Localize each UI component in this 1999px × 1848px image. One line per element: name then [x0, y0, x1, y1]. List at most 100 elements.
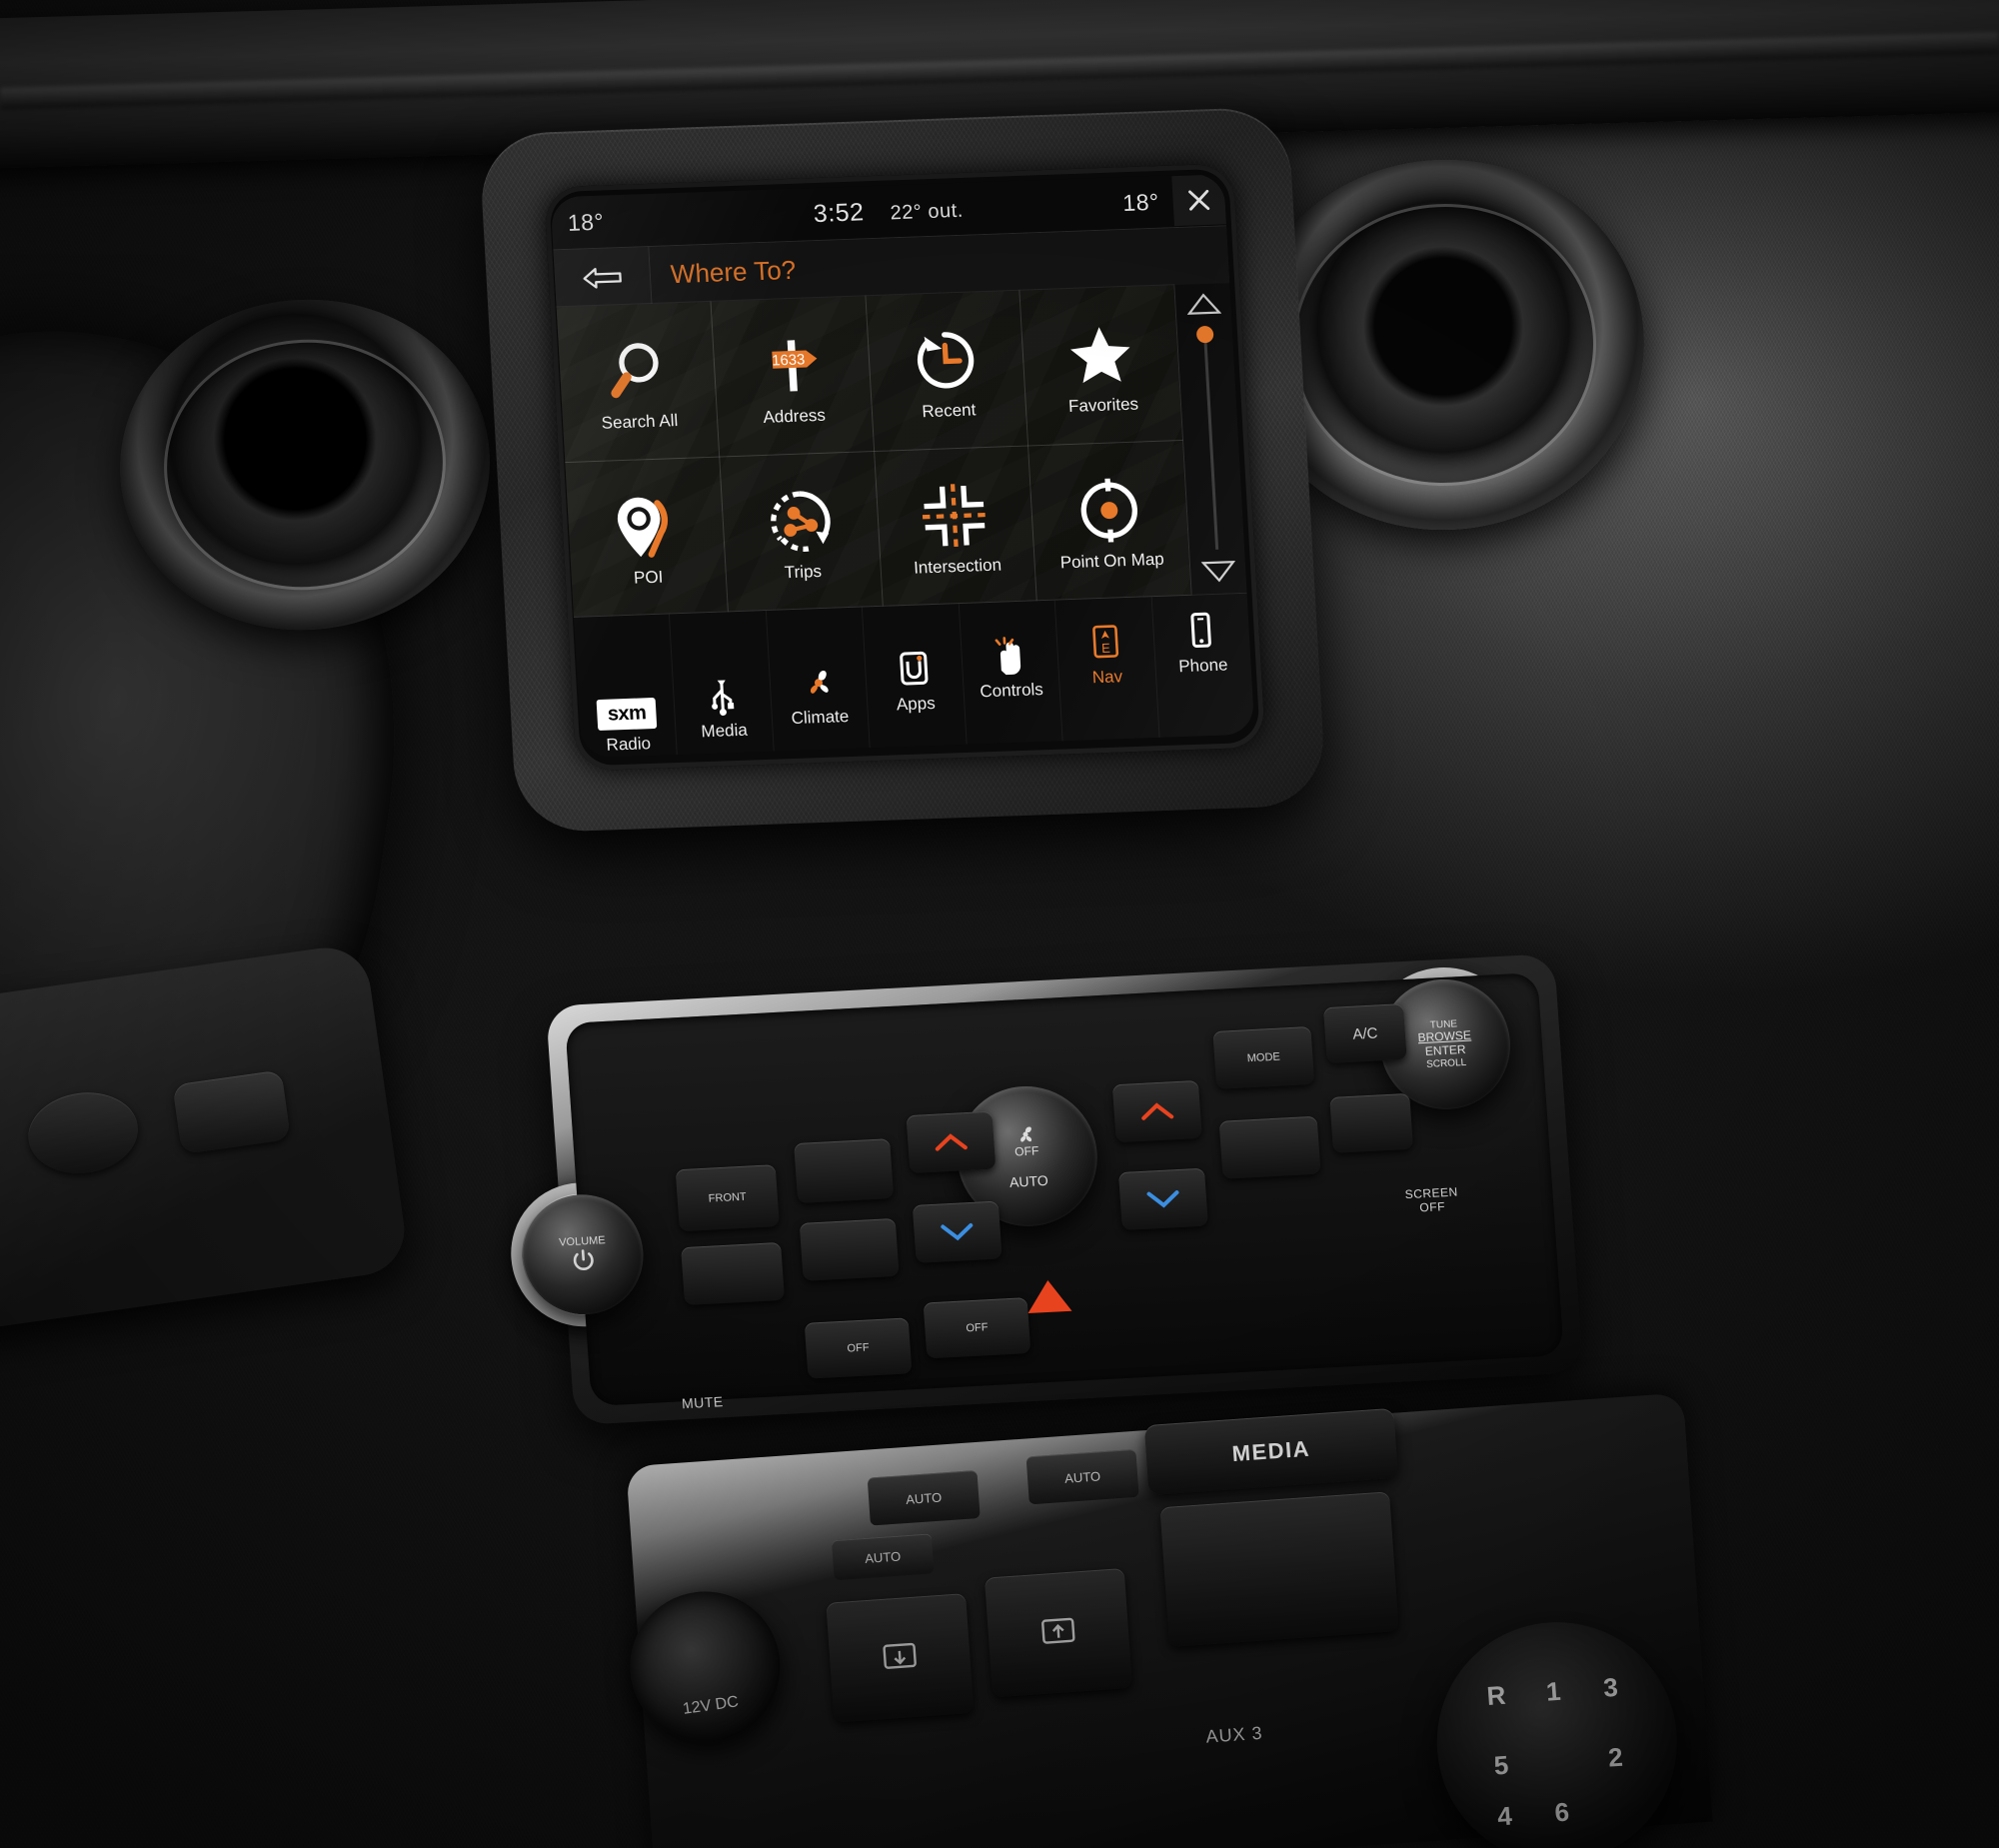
back-arrow-icon — [583, 267, 622, 289]
power-socket-12v[interactable]: 12V DC — [620, 1581, 791, 1752]
usb-icon — [701, 670, 744, 717]
passenger-temp[interactable]: 18° — [1122, 188, 1160, 216]
mode-button[interactable]: MODE — [1212, 1025, 1315, 1089]
tile-trips[interactable]: Trips — [718, 450, 884, 613]
status-bar-center: 3:52 22° out. — [779, 193, 999, 230]
driver-temp[interactable]: 18° — [567, 208, 605, 235]
status-bar-left: 18° — [567, 202, 780, 237]
status-bar-right: 18° — [996, 174, 1226, 233]
window-switch-left[interactable] — [826, 1593, 975, 1723]
tile-point-on-map[interactable]: Point On Map — [1027, 439, 1192, 602]
traction-off-button[interactable]: OFF — [923, 1297, 1031, 1359]
clock[interactable]: 3:52 — [813, 198, 865, 229]
app-bar-label: Controls — [979, 680, 1044, 702]
tile-favorites[interactable]: Favorites — [1018, 284, 1184, 447]
auto-stop-off-button[interactable]: OFF — [804, 1317, 913, 1379]
tile-label: Intersection — [913, 555, 1002, 578]
shift-4: 4 — [1496, 1800, 1513, 1832]
window-auto-switch-3[interactable]: AUTO — [831, 1533, 935, 1581]
map-pin-icon — [610, 489, 682, 565]
dashboard-photo: 18° 3:52 22° out. 18° Where To? Search A… — [0, 0, 1999, 1848]
shift-pattern: R 1 3 5 2 4 6 — [1465, 1650, 1649, 1834]
shift-5: 5 — [1492, 1749, 1510, 1781]
phone-icon — [1179, 605, 1222, 652]
tile-label: Trips — [784, 561, 823, 583]
app-bar-label: Nav — [1091, 667, 1123, 688]
aux-3-label: AUX 3 — [1204, 1722, 1264, 1747]
heated-seat-right-button[interactable] — [1218, 1115, 1321, 1179]
app-bar-label: Apps — [896, 693, 937, 715]
gear-shifter[interactable]: R 1 3 5 2 4 6 — [1428, 1614, 1685, 1848]
steering-button-center[interactable] — [23, 1085, 144, 1180]
svg-text:E: E — [1101, 641, 1111, 656]
hand-icon — [989, 630, 1031, 677]
app-bar: sxm Radio Media Climate Apps Controls E … — [573, 592, 1255, 759]
tile-label: Search All — [601, 411, 679, 433]
power-icon — [573, 1249, 594, 1271]
center-console: AUTO AUTO AUTO MEDIA 12V DC AUX 3 R 1 3 … — [620, 1392, 1713, 1848]
uconnect-icon — [893, 643, 936, 690]
recirculation-button[interactable] — [1329, 1092, 1414, 1153]
tile-label: Favorites — [1067, 394, 1139, 417]
intersection-icon — [919, 478, 991, 554]
air-vent-left-ring — [153, 327, 457, 603]
screen-body: Search All 1633 Address Recent Favorites… — [555, 283, 1247, 618]
window-switch-right[interactable] — [984, 1567, 1132, 1698]
heated-seat-left-button[interactable] — [799, 1217, 900, 1281]
tile-search-all[interactable]: Search All — [555, 300, 720, 463]
tile-intersection[interactable]: Intersection — [873, 444, 1038, 607]
temp-up-passenger-button[interactable] — [1111, 1079, 1202, 1143]
heated-mirror-button[interactable] — [681, 1241, 786, 1306]
scroll-label: SCROLL — [1425, 1056, 1467, 1070]
back-button[interactable] — [553, 246, 653, 308]
scrollbar-thumb[interactable] — [1195, 325, 1214, 344]
fan-icon — [797, 656, 840, 703]
clock-history-icon — [911, 322, 983, 398]
app-bar-label: Media — [700, 720, 749, 742]
tile-address[interactable]: 1633 Address — [710, 295, 875, 458]
street-sign-icon: 1633 — [756, 328, 828, 404]
air-vent-right-ring — [1284, 196, 1604, 494]
ac-button[interactable]: A/C — [1322, 1003, 1407, 1064]
window-down-icon — [883, 1642, 917, 1669]
tile-poi[interactable]: POI — [564, 456, 729, 618]
app-bar-label: Climate — [791, 707, 850, 729]
app-bar-item-nav[interactable]: E Nav — [1054, 597, 1160, 742]
svg-text:1633: 1633 — [771, 353, 805, 370]
page-title-text: Where To? — [670, 254, 797, 290]
destination-grid: Search All 1633 Address Recent Favorites… — [555, 284, 1192, 618]
chevron-down-icon — [1146, 1190, 1179, 1208]
media-port-bay[interactable] — [1159, 1491, 1399, 1647]
point-on-map-icon — [1073, 472, 1145, 548]
scrollbar-track[interactable] — [1195, 325, 1219, 550]
uconnect-screen[interactable]: 18° 3:52 22° out. 18° Where To? Search A… — [550, 173, 1255, 759]
triangle-down-icon[interactable] — [1200, 559, 1235, 584]
chevron-down-icon — [941, 1222, 974, 1241]
hvac-control-panel: VOLUME OFF AUTO TUNE BROWSE ENTER SCROLL — [506, 953, 1584, 1425]
triangle-up-icon[interactable] — [1185, 292, 1221, 317]
close-button[interactable] — [1171, 174, 1226, 227]
temp-down-driver-button[interactable] — [912, 1200, 1002, 1263]
window-up-icon — [1041, 1617, 1075, 1644]
compass-e-icon: E — [1084, 616, 1127, 663]
app-bar-label: Phone — [1177, 655, 1228, 677]
chevron-up-icon — [1141, 1102, 1174, 1120]
outside-temp: 22° out. — [889, 199, 965, 224]
app-bar-item-climate[interactable]: Climate — [766, 607, 871, 752]
chevron-up-icon — [935, 1133, 968, 1151]
window-auto-switch-2[interactable]: AUTO — [1025, 1448, 1139, 1505]
temp-up-driver-button[interactable] — [906, 1110, 997, 1174]
app-bar-item-phone[interactable]: Phone — [1151, 594, 1254, 738]
steering-button-right[interactable] — [172, 1069, 292, 1155]
temp-down-passenger-button[interactable] — [1117, 1167, 1208, 1231]
app-bar-item-apps[interactable]: Apps — [863, 604, 968, 749]
rear-defrost-button[interactable] — [794, 1138, 895, 1203]
app-bar-item-media[interactable]: Media — [670, 610, 775, 756]
app-bar-item-controls[interactable]: Controls — [959, 600, 1063, 745]
tile-recent[interactable]: Recent — [864, 289, 1029, 452]
hazard-button[interactable] — [1025, 1278, 1072, 1314]
app-bar-item-radio[interactable]: sxm Radio — [573, 614, 679, 759]
fan-blade-icon — [1020, 1126, 1032, 1142]
window-auto-switch-1[interactable]: AUTO — [867, 1470, 981, 1526]
front-defrost-button[interactable]: FRONT — [675, 1164, 780, 1232]
